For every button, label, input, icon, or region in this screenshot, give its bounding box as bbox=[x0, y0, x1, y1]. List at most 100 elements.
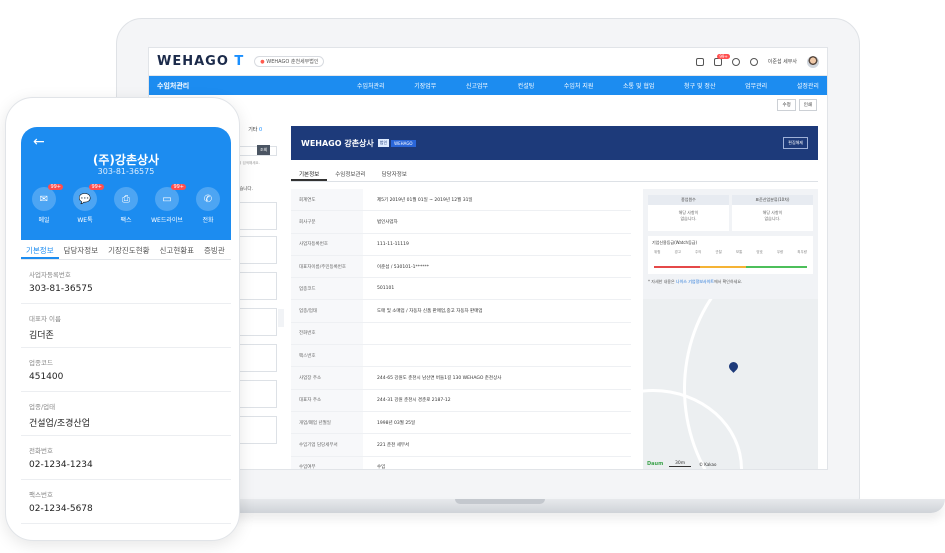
top-bar: WEHAGO T ● WEHAGO 춘천세무법인 99+ 이준섭 세무사 bbox=[149, 48, 827, 76]
company-tag[interactable]: ● WEHAGO 춘천세무법인 bbox=[254, 56, 325, 67]
info-label: 회계연도 bbox=[291, 189, 363, 211]
wehago-logo[interactable]: WEHAGO T bbox=[157, 54, 244, 69]
mobile-field: 팩스번호 02-1234-5678 bbox=[21, 480, 231, 524]
stat-card: 종업원수 해당 사항이 없습니다. bbox=[648, 195, 729, 231]
tab-basic-info[interactable]: 기본정보 bbox=[291, 168, 328, 181]
edit-button[interactable]: 수정 bbox=[777, 99, 796, 111]
credit-gradient-bar bbox=[654, 266, 807, 268]
mobile-action-chat[interactable]: 💬 WE톡 99+ bbox=[66, 184, 104, 224]
mobile-action-label: WE톡 bbox=[77, 217, 93, 224]
back-arrow-icon[interactable]: ← bbox=[33, 134, 45, 150]
mobile-fields: 사업자등록번호 303-81-36575 대표자 이름 김더존 업종코드 451400 업종… bbox=[21, 260, 231, 524]
info-row: 수임여부 수임 bbox=[291, 456, 631, 469]
mobile-action-phone[interactable]: ✆ 전화 bbox=[189, 187, 227, 224]
nav-item[interactable]: 소통 및 협업 bbox=[623, 81, 654, 90]
user-name[interactable]: 이준섭 세무사 bbox=[768, 58, 797, 65]
tab-manager-info[interactable]: 담당자정보 bbox=[374, 168, 415, 181]
drive-icon: ▭ bbox=[155, 187, 179, 211]
mobile-screen: ← (주)강촌상사 303-81-36575 ✉ 메일 99+ 💬 WE톡 99+ ⎙ 팩스 ▭… bbox=[21, 127, 231, 528]
info-value: 111-11-11119 bbox=[377, 241, 409, 247]
mobile-field-label: 대표자 이름 bbox=[29, 315, 61, 323]
list-item[interactable] bbox=[235, 308, 277, 336]
info-value: 법인사업자 bbox=[377, 219, 398, 225]
mobile-field-label: 팩스번호 bbox=[29, 491, 53, 499]
list-item[interactable] bbox=[235, 272, 277, 300]
credit-rating-card: 기업신용등급(Watch등급) 위험 경고 주의 관찰 보통 양호 우량 최우량 bbox=[648, 236, 813, 274]
info-value: 1998년 03월 25일 bbox=[377, 420, 416, 426]
stats-row: 종업원수 해당 사항이 없습니다. 표준산업분류(10차) 해당 사항이 없습니… bbox=[643, 189, 818, 231]
mobile-tabs: 기본정보 담당자정보 기장진도현황 신고현황표 증빙관 bbox=[21, 240, 231, 260]
top-right-tools: 99+ 이준섭 세무사 bbox=[695, 53, 819, 68]
mobile-field-label: 업종/업태 bbox=[29, 403, 56, 411]
info-label: 전화번호 bbox=[291, 322, 363, 345]
stage: WEHAGO T ● WEHAGO 춘천세무법인 99+ 이준섭 세무사 수임처… bbox=[0, 0, 945, 553]
tab-contract-info[interactable]: 수임정보관리 bbox=[327, 168, 373, 181]
info-value: 이준섭 / 530101-1****** bbox=[377, 264, 429, 270]
list-item[interactable] bbox=[235, 380, 277, 408]
nav-item[interactable]: 수임처관리 bbox=[357, 81, 385, 90]
info-row: 대표자이름/주민등록번호 이준섭 / 530101-1****** bbox=[291, 255, 631, 279]
p-icon[interactable] bbox=[731, 57, 740, 66]
edit-release-button[interactable]: 편집해제 bbox=[783, 137, 808, 149]
print-button[interactable]: 인쇄 bbox=[798, 99, 817, 111]
search-button[interactable]: 조회 bbox=[257, 145, 271, 155]
credit-grades: 위험 경고 주의 관찰 보통 양호 우량 최우량 bbox=[648, 250, 813, 255]
mobile-tab[interactable]: 담당자정보 bbox=[59, 240, 104, 259]
mobile-action-drive[interactable]: ▭ WE드라이브 99+ bbox=[148, 184, 186, 224]
info-row: 회계연도 제5기 2019년 01월 01일 ~ 2019년 12월 31일 bbox=[291, 189, 631, 212]
mobile-company-name: (주)강촌상사 bbox=[92, 153, 160, 167]
info-row: 수임기업 담당세무서 221 춘천 세무서 bbox=[291, 434, 631, 457]
mobile-field: 업종/업태 건설업/조경산업 bbox=[21, 392, 231, 436]
info-row: 전화번호 bbox=[291, 322, 631, 346]
bell-icon[interactable]: 99+ bbox=[713, 53, 730, 66]
mobile-action-mail[interactable]: ✉ 메일 99+ bbox=[25, 184, 63, 224]
mobile-tab[interactable]: 기장진도현황 bbox=[103, 240, 154, 259]
credit-grade: 경고 bbox=[674, 250, 681, 254]
info-label: 대표자이름/주민등록번호 bbox=[291, 255, 363, 278]
laptop-notch bbox=[455, 499, 545, 504]
panel-splitter[interactable] bbox=[278, 309, 284, 327]
nav-item[interactable]: 업무관리 bbox=[745, 81, 767, 90]
location-map[interactable]: Daum 30m © Kakao bbox=[643, 299, 818, 469]
info-label: 팩스번호 bbox=[291, 345, 363, 367]
nav-item[interactable]: 컨설팅 bbox=[518, 81, 535, 90]
mobile-tab[interactable]: 증빙관 bbox=[199, 240, 230, 259]
mobile-tab[interactable]: 기본정보 bbox=[21, 240, 59, 259]
map-logo: Daum bbox=[647, 461, 664, 467]
info-row: 사업장 주소 244-65 강원도 춘천시 남산면 버들1길 130 WEHAGO… bbox=[291, 367, 631, 390]
tab-other[interactable]: 기타 0 bbox=[248, 126, 262, 133]
stat-body: 해당 사항이 없습니다. bbox=[678, 210, 699, 221]
side-panel: 종업원수 해당 사항이 없습니다. 표준산업분류(10차) 해당 사항이 없습니… bbox=[643, 189, 818, 469]
avatar[interactable] bbox=[807, 55, 819, 68]
mobile-company-number: 303-81-36575 bbox=[97, 167, 155, 176]
info-row: 회사구분 법인사업자 bbox=[291, 211, 631, 234]
list-item[interactable] bbox=[235, 416, 277, 444]
fax-icon: ⎙ bbox=[114, 187, 138, 211]
corp-badge: 법인 bbox=[377, 139, 390, 147]
info-row: 팩스번호 bbox=[291, 345, 631, 368]
nice-link[interactable]: 나이스 기업정보사이트 bbox=[676, 279, 714, 284]
nav-item[interactable]: 청구 및 정산 bbox=[684, 81, 715, 90]
mobile-action-label: WE드라이브 bbox=[151, 217, 183, 224]
list-item[interactable] bbox=[235, 202, 277, 230]
nav-item[interactable]: 설정관리 bbox=[797, 81, 819, 90]
nav-item[interactable]: 수임처 지원 bbox=[564, 81, 594, 90]
filter-select[interactable] bbox=[235, 146, 277, 156]
credit-grade: 양호 bbox=[756, 250, 763, 254]
mobile-field: 대표자 이름 김더존 bbox=[21, 304, 231, 348]
credit-grade: 주의 bbox=[694, 250, 702, 254]
mobile-tab[interactable]: 신고현황표 bbox=[155, 240, 200, 259]
info-value: 도매 및 소매업 / 자동차 신품 판매업,중고 자동차 판매업 bbox=[377, 309, 483, 315]
detail-tabs: 기본정보 수임정보관리 담당자정보 bbox=[291, 168, 818, 182]
mobile-field-label: 업종코드 bbox=[29, 359, 53, 367]
mobile-action-fax[interactable]: ⎙ 팩스 bbox=[107, 187, 145, 224]
menu-title: 수임처관리 bbox=[157, 81, 190, 90]
search-input[interactable]: 조회 검색해세요. bbox=[235, 161, 277, 166]
nav-item[interactable]: 신고업무 bbox=[466, 81, 488, 90]
list-item[interactable] bbox=[235, 344, 277, 372]
list-item[interactable] bbox=[235, 236, 277, 264]
memo-icon[interactable] bbox=[695, 57, 704, 66]
credit-grade: 우량 bbox=[776, 250, 784, 254]
nav-item[interactable]: 기장업무 bbox=[414, 81, 436, 90]
help-icon[interactable] bbox=[749, 57, 758, 66]
